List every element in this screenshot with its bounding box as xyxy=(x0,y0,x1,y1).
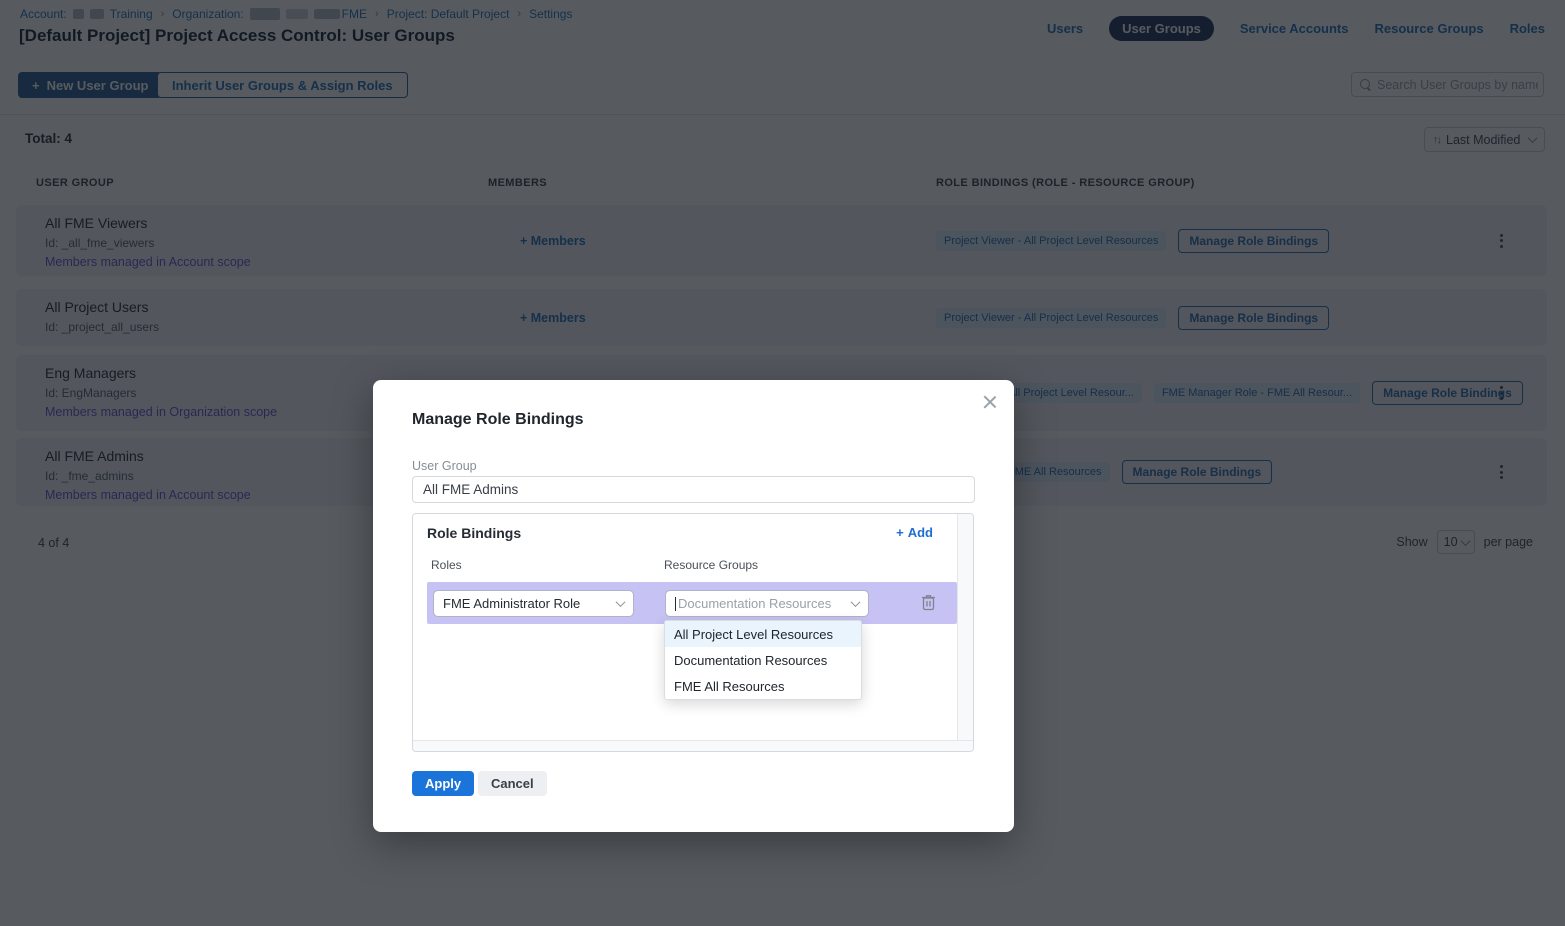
dropdown-option[interactable]: Documentation Resources xyxy=(665,647,861,673)
resource-groups-column-label: Resource Groups xyxy=(664,558,758,572)
dropdown-option[interactable]: All Project Level Resources xyxy=(665,621,861,647)
text-cursor xyxy=(675,597,676,611)
plus-icon: + xyxy=(896,525,904,540)
role-select[interactable]: FME Administrator Role xyxy=(433,590,634,617)
resource-group-combobox-value: Documentation Resources xyxy=(678,596,852,611)
resource-group-combobox[interactable]: Documentation Resources xyxy=(665,590,869,617)
scrollbar-gutter-vertical[interactable] xyxy=(957,514,973,740)
user-group-field[interactable] xyxy=(412,476,975,503)
modal-title: Manage Role Bindings xyxy=(412,411,584,429)
add-label: Add xyxy=(908,525,933,540)
roles-column-label: Roles xyxy=(431,558,462,572)
add-role-binding-button[interactable]: + Add xyxy=(896,525,933,540)
role-binding-row-highlighted: FME Administrator Role Documentation Res… xyxy=(427,582,957,624)
dropdown-option[interactable]: FME All Resources xyxy=(665,673,861,699)
scrollbar-gutter-horizontal[interactable] xyxy=(413,740,973,751)
resource-group-dropdown: All Project Level Resources Documentatio… xyxy=(664,620,862,700)
chevron-down-icon xyxy=(851,597,861,607)
user-group-label: User Group xyxy=(412,459,477,473)
role-select-value: FME Administrator Role xyxy=(443,596,617,611)
manage-role-bindings-modal: Manage Role Bindings User Group Role Bin… xyxy=(373,380,1014,832)
chevron-down-icon xyxy=(616,597,626,607)
page: Account: Training › Organization: FME › … xyxy=(0,0,1565,926)
role-bindings-panel: Role Bindings + Add Roles Resource Group… xyxy=(412,513,974,752)
trash-icon[interactable] xyxy=(921,594,936,611)
apply-button[interactable]: Apply xyxy=(412,771,474,796)
role-bindings-heading: Role Bindings xyxy=(427,525,521,541)
close-icon[interactable] xyxy=(982,394,998,410)
cancel-button[interactable]: Cancel xyxy=(478,771,547,796)
